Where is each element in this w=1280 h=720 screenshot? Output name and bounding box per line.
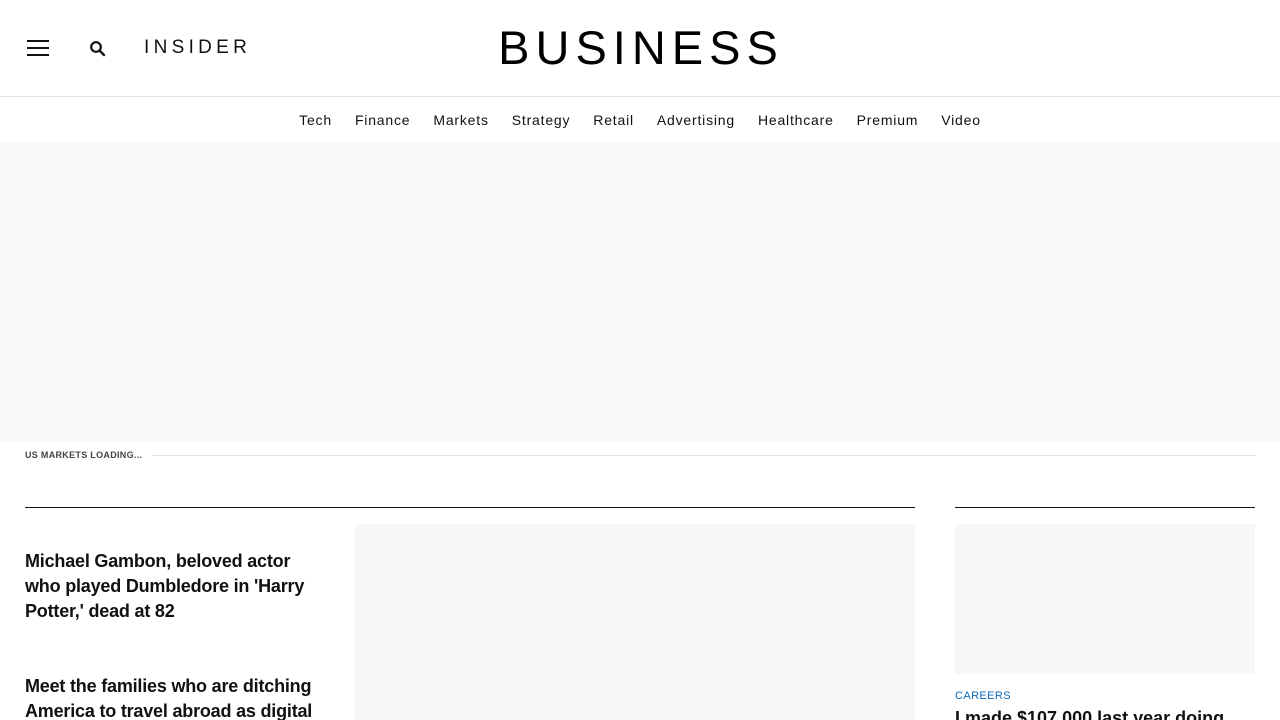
sidebar-image-placeholder[interactable] bbox=[955, 524, 1255, 674]
nav-item-healthcare[interactable]: Healthcare bbox=[746, 112, 845, 128]
divider bbox=[25, 507, 915, 508]
business-logo[interactable]: BUSINESS bbox=[498, 22, 784, 74]
nav-item-markets[interactable]: Markets bbox=[422, 112, 500, 128]
category-link[interactable]: CAREERS bbox=[955, 690, 1011, 702]
divider bbox=[152, 454, 1256, 456]
nav-item-premium[interactable]: Premium bbox=[845, 112, 930, 128]
story-headline[interactable]: Michael Gambon, beloved actor who played… bbox=[25, 549, 330, 624]
nav-item-finance[interactable]: Finance bbox=[343, 112, 421, 128]
nav-item-tech[interactable]: Tech bbox=[288, 112, 344, 128]
nav-item-video[interactable]: Video bbox=[930, 112, 993, 128]
story-headline[interactable]: Meet the families who are ditching Ameri… bbox=[25, 674, 330, 720]
hamburger-menu-icon[interactable] bbox=[27, 40, 49, 56]
markets-ticker: US MARKETS LOADING... bbox=[25, 449, 1256, 461]
hero-image-placeholder[interactable] bbox=[355, 524, 915, 720]
insider-logo[interactable]: INSIDER bbox=[144, 37, 251, 59]
sidebar-story-headline[interactable]: I made $107,000 last year doing bbox=[955, 706, 1255, 720]
nav-item-strategy[interactable]: Strategy bbox=[500, 112, 582, 128]
site-header: INSIDER BUSINESS bbox=[0, 0, 1280, 97]
markets-loading-label: US MARKETS LOADING... bbox=[25, 450, 143, 460]
divider bbox=[955, 507, 1255, 508]
search-icon[interactable] bbox=[89, 40, 107, 58]
ad-placeholder bbox=[0, 143, 1280, 442]
nav-item-retail[interactable]: Retail bbox=[582, 112, 646, 128]
nav-item-advertising[interactable]: Advertising bbox=[645, 112, 746, 128]
section-nav: Tech Finance Markets Strategy Retail Adv… bbox=[0, 97, 1280, 143]
